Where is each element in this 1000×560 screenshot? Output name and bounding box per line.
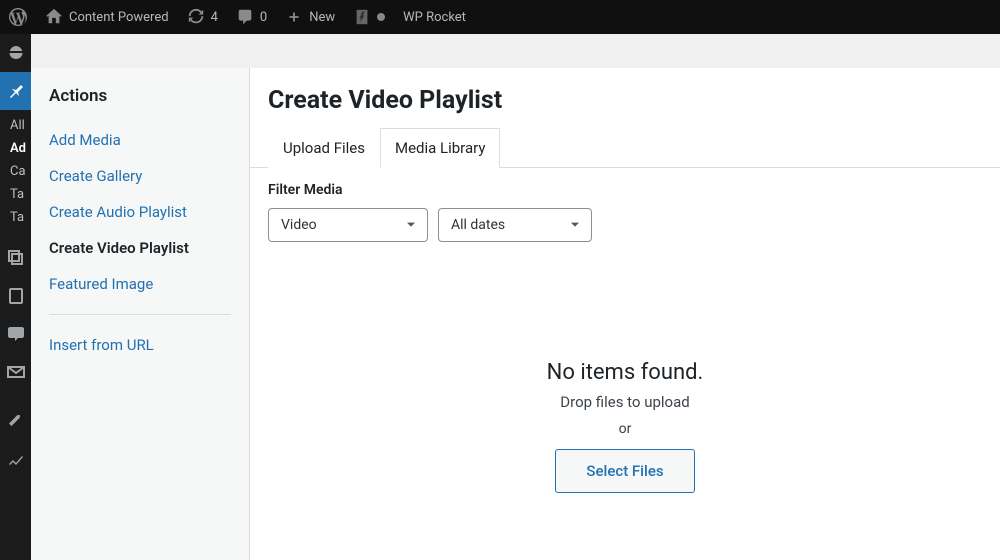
updates-link[interactable]: 4 <box>178 0 227 34</box>
new-content-link[interactable]: New <box>276 0 344 34</box>
wp-rocket-link[interactable]: WP Rocket <box>394 0 475 34</box>
filter-date-value: All dates <box>451 217 505 233</box>
media-icon <box>6 248 26 268</box>
action-insert-from-url[interactable]: Insert from URL <box>49 327 231 363</box>
empty-subtitle: Drop files to upload <box>560 393 689 411</box>
sidebar-item-pages[interactable] <box>0 277 31 315</box>
filter-date-select[interactable]: All dates <box>438 208 592 242</box>
sidebar-item-analytics[interactable] <box>0 441 31 479</box>
wordpress-icon <box>9 8 27 26</box>
comment-icon <box>236 8 254 26</box>
action-featured-image[interactable]: Featured Image <box>49 266 231 302</box>
tab-media-library[interactable]: Media Library <box>380 128 500 168</box>
empty-state: No items found. Drop files to upload or … <box>250 260 1000 560</box>
submenu-cat[interactable]: Ca <box>10 160 31 183</box>
wrench-icon <box>6 412 26 432</box>
plus-icon <box>285 8 303 26</box>
admin-bar: Content Powered 4 0 New WP Rocket <box>0 0 1000 34</box>
comments-icon <box>6 324 26 344</box>
dashboard-icon <box>6 43 26 63</box>
sidebar-item-mail[interactable] <box>0 353 31 391</box>
sidebar-submenu: All Ad Ca Ta Ta <box>0 110 31 239</box>
updates-count: 4 <box>211 10 218 25</box>
submenu-tag2[interactable]: Ta <box>10 206 31 229</box>
pages-icon <box>6 286 26 306</box>
sidebar-item-posts[interactable] <box>0 72 31 110</box>
filter-type-value: Video <box>281 217 317 233</box>
wp-admin-sidebar: All Ad Ca Ta Ta <box>0 34 31 560</box>
sidebar-item-tools[interactable] <box>0 403 31 441</box>
refresh-icon <box>187 8 205 26</box>
submenu-add[interactable]: Ad <box>10 137 31 160</box>
chevron-down-icon <box>567 217 583 233</box>
wp-rocket-label: WP Rocket <box>403 10 466 25</box>
action-add-media[interactable]: Add Media <box>49 122 231 158</box>
select-files-button[interactable]: Select Files <box>555 449 694 493</box>
actions-panel: Actions Add Media Create Gallery Create … <box>31 68 250 560</box>
chart-icon <box>6 450 26 470</box>
filter-label: Filter Media <box>268 182 982 198</box>
submenu-tag[interactable]: Ta <box>10 183 31 206</box>
yoast-link[interactable] <box>344 0 394 34</box>
submenu-all[interactable]: All <box>10 114 31 137</box>
media-tabs: Upload Files Media Library <box>250 127 1000 168</box>
tab-upload-files[interactable]: Upload Files <box>268 128 380 168</box>
pin-icon <box>6 81 26 101</box>
sidebar-item-media[interactable] <box>0 239 31 277</box>
filter-row: Filter Media Video All dates <box>250 168 1000 260</box>
empty-title: No items found. <box>547 360 704 385</box>
empty-or: or <box>619 421 632 437</box>
new-label: New <box>309 10 335 25</box>
site-home-link[interactable]: Content Powered <box>36 0 178 34</box>
home-icon <box>45 8 63 26</box>
comments-count: 0 <box>260 10 267 25</box>
media-title: Create Video Playlist <box>250 68 1000 127</box>
comments-link[interactable]: 0 <box>227 0 276 34</box>
action-create-video-playlist[interactable]: Create Video Playlist <box>49 230 231 266</box>
media-modal: Actions Add Media Create Gallery Create … <box>31 68 1000 560</box>
yoast-status-dot <box>377 13 385 21</box>
action-create-gallery[interactable]: Create Gallery <box>49 158 231 194</box>
sidebar-item-comments[interactable] <box>0 315 31 353</box>
filter-type-select[interactable]: Video <box>268 208 428 242</box>
yoast-icon <box>353 8 371 26</box>
chevron-down-icon <box>403 217 419 233</box>
mail-icon <box>6 362 26 382</box>
actions-heading: Actions <box>49 86 231 106</box>
actions-separator <box>49 314 231 315</box>
media-main: Create Video Playlist Upload Files Media… <box>250 68 1000 560</box>
wp-logo[interactable] <box>0 0 36 34</box>
site-name: Content Powered <box>69 10 169 25</box>
sidebar-item-dashboard[interactable] <box>0 34 31 72</box>
action-create-audio-playlist[interactable]: Create Audio Playlist <box>49 194 231 230</box>
